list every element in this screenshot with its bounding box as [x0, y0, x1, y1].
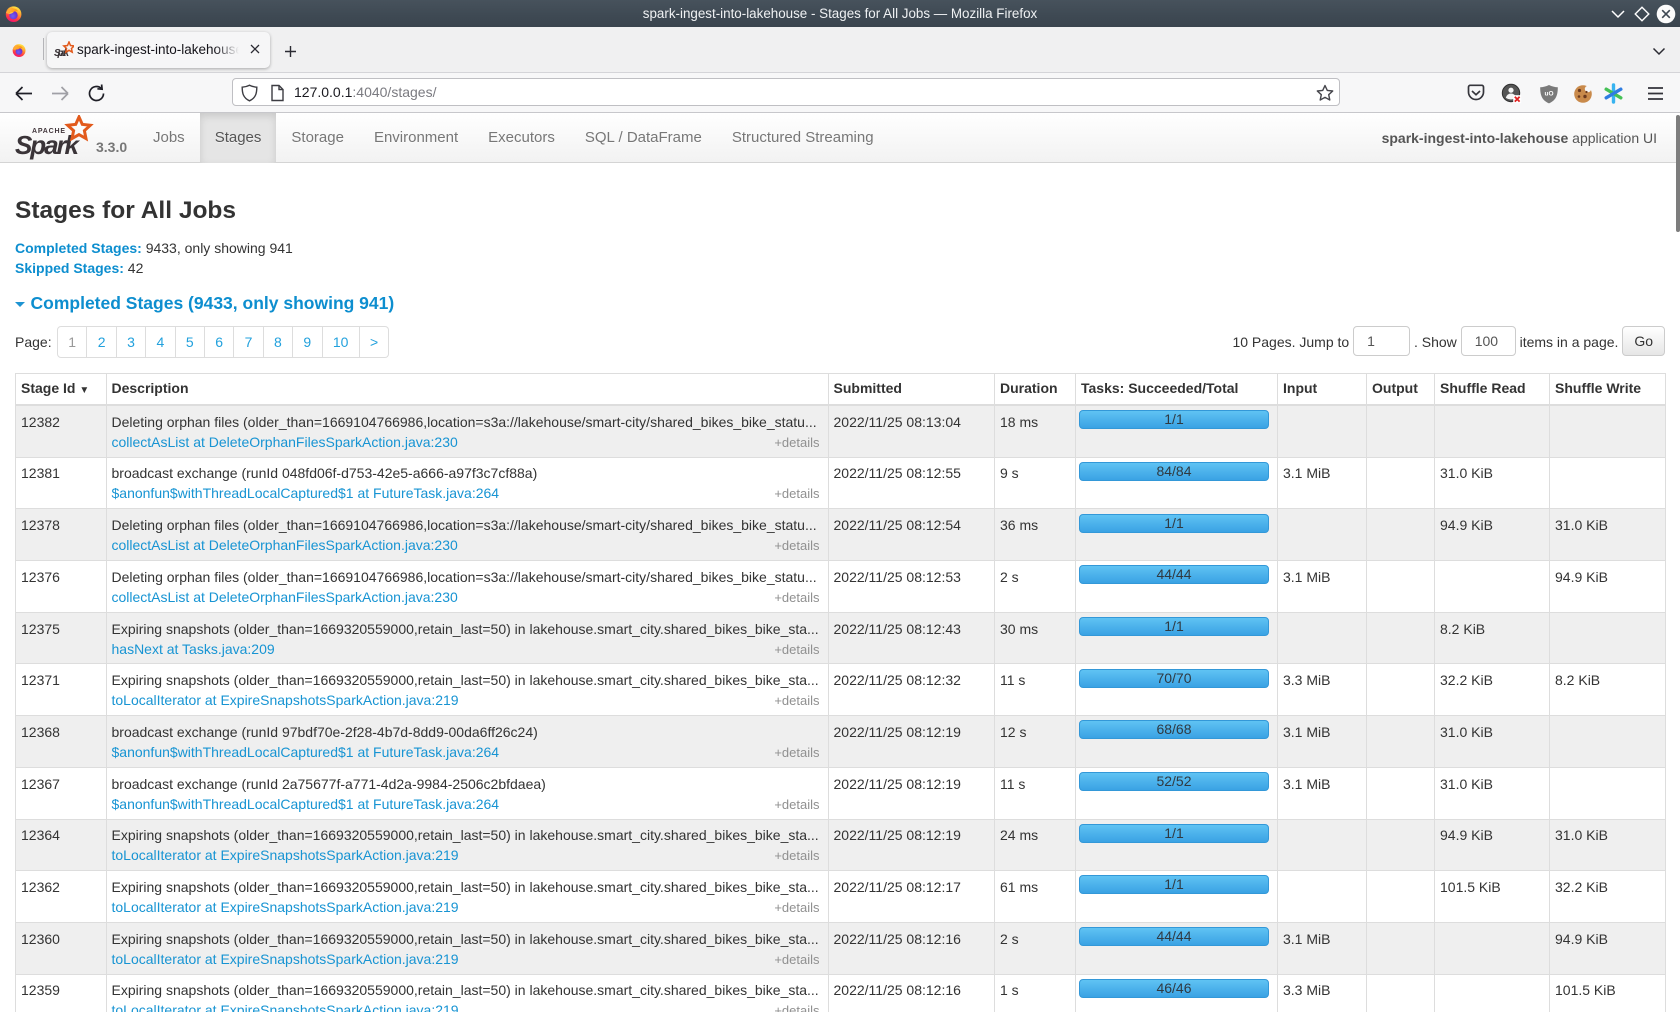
svg-text:uO: uO	[1544, 91, 1553, 98]
svg-text:Spark: Spark	[54, 48, 69, 58]
